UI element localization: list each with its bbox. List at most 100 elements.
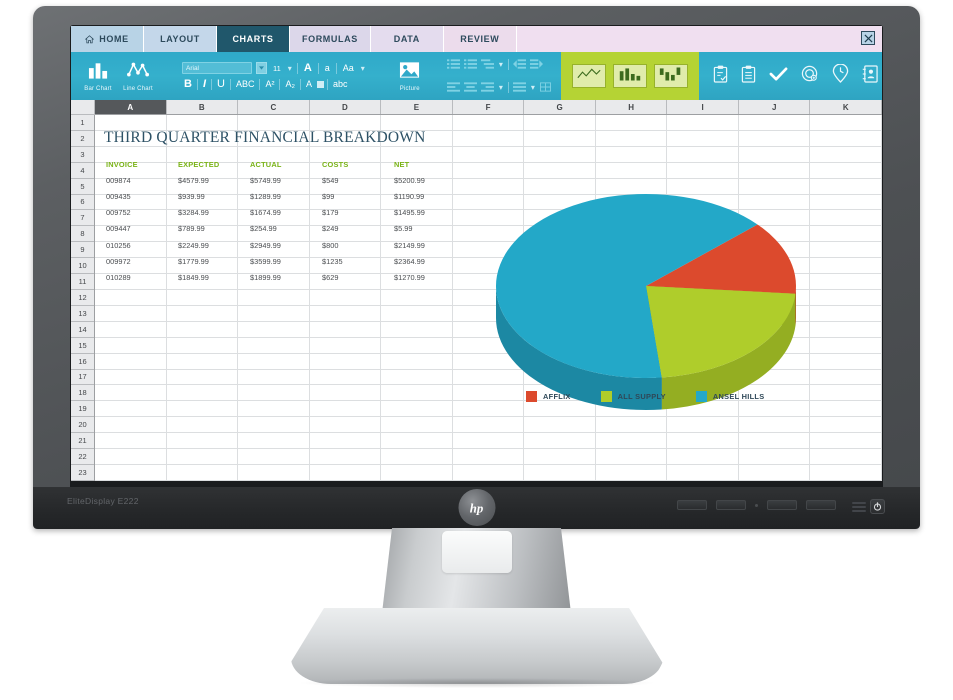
grid-cell[interactable] <box>810 162 882 178</box>
grid-cell[interactable] <box>739 130 811 146</box>
grid-cell[interactable] <box>95 464 167 480</box>
grid-cell[interactable] <box>453 115 525 130</box>
superscript-button[interactable]: A² <box>263 79 276 89</box>
grid-cell[interactable] <box>739 146 811 162</box>
clock-pin-icon[interactable] <box>832 63 849 88</box>
grid-cell[interactable] <box>381 464 453 480</box>
grid-cell[interactable] <box>667 130 739 146</box>
grid-cell[interactable] <box>739 464 811 480</box>
change-case-caret-icon[interactable]: ▾ <box>360 64 366 73</box>
grid-cell[interactable] <box>596 115 668 130</box>
font-size-dropdown-icon[interactable]: ▾ <box>287 64 293 73</box>
grid-cell[interactable] <box>238 289 310 305</box>
column-header-i[interactable]: I <box>667 100 739 114</box>
row-header-6[interactable]: 6 <box>71 195 94 211</box>
contact-book-icon[interactable] <box>862 64 878 88</box>
grid-cell[interactable] <box>667 433 739 449</box>
grid-cell[interactable] <box>810 369 882 385</box>
column-header-j[interactable]: J <box>739 100 811 114</box>
tab-charts[interactable]: CHARTS <box>217 26 290 52</box>
grid-cell[interactable] <box>810 194 882 210</box>
font-name-input[interactable]: Arial <box>182 62 252 74</box>
grid-cell[interactable] <box>238 449 310 464</box>
grid-cell[interactable] <box>95 417 167 433</box>
grid-cell[interactable] <box>95 385 167 401</box>
grid-cell[interactable] <box>810 289 882 305</box>
grid-cell[interactable] <box>381 289 453 305</box>
insert-stacked-chart-button[interactable] <box>653 64 688 88</box>
grid-cell[interactable] <box>95 433 167 449</box>
strikethrough-button[interactable]: ABC <box>234 79 257 89</box>
column-header-g[interactable]: G <box>524 100 596 114</box>
font-size-value[interactable]: 11 <box>271 64 283 73</box>
grid-cell[interactable] <box>167 337 239 353</box>
change-case-button[interactable]: Aa <box>341 63 356 73</box>
shrink-font-button[interactable]: a <box>323 63 332 73</box>
bullet-list-icon[interactable] <box>446 56 460 74</box>
italic-button[interactable]: I <box>201 78 208 90</box>
grid-cell[interactable] <box>810 258 882 274</box>
grid-cell[interactable] <box>310 449 382 464</box>
close-icon[interactable] <box>861 31 875 45</box>
subscript-button[interactable]: A₂ <box>283 79 297 89</box>
column-header-k[interactable]: K <box>810 100 882 114</box>
row-header-21[interactable]: 21 <box>71 433 94 450</box>
increase-indent-icon[interactable] <box>529 56 543 74</box>
column-header-e[interactable]: E <box>381 100 453 114</box>
grid-cell[interactable] <box>238 321 310 337</box>
grid-cell[interactable] <box>238 401 310 417</box>
grid-cell[interactable] <box>524 146 596 162</box>
grid-cell[interactable] <box>167 305 239 321</box>
grid-cell[interactable] <box>739 433 811 449</box>
grid-cell[interactable] <box>381 449 453 464</box>
line-chart-button[interactable]: Line Chart <box>118 61 158 92</box>
grid-cell[interactable] <box>238 353 310 369</box>
column-header-f[interactable]: F <box>453 100 525 114</box>
row-header-22[interactable]: 22 <box>71 449 94 465</box>
grid-cell[interactable] <box>667 464 739 480</box>
grid-cell[interactable] <box>810 417 882 433</box>
tab-formulas[interactable]: FORMULAS <box>290 26 371 52</box>
grid-cell[interactable] <box>381 353 453 369</box>
grid-cell[interactable] <box>739 449 811 464</box>
grid-cell[interactable] <box>810 464 882 480</box>
grid-cell[interactable] <box>596 146 668 162</box>
select-all-corner[interactable] <box>71 100 95 115</box>
grid-cell[interactable] <box>810 274 882 289</box>
grid-cell[interactable] <box>238 464 310 480</box>
grid-cell[interactable] <box>596 464 668 480</box>
grid-cell[interactable] <box>667 115 739 130</box>
column-header-c[interactable]: C <box>238 100 310 114</box>
row-header-2[interactable]: 2 <box>71 131 94 147</box>
row-header-14[interactable]: 14 <box>71 322 94 338</box>
grid-cell[interactable] <box>310 337 382 353</box>
grid-cell[interactable] <box>524 464 596 480</box>
grid-cell[interactable] <box>310 305 382 321</box>
grid-cell[interactable] <box>310 353 382 369</box>
grid-cell[interactable] <box>95 305 167 321</box>
grid-cell[interactable] <box>381 401 453 417</box>
numbered-list-icon[interactable] <box>463 56 477 74</box>
column-header-b[interactable]: B <box>167 100 239 114</box>
grid-cell[interactable] <box>381 337 453 353</box>
tab-home[interactable]: HOME <box>71 26 144 52</box>
grid-cell[interactable] <box>167 115 239 130</box>
grid-cell[interactable] <box>524 449 596 464</box>
grid-cell[interactable] <box>310 464 382 480</box>
grid-cell[interactable] <box>95 401 167 417</box>
line-spacing-icon[interactable] <box>512 79 526 97</box>
grid-cell[interactable] <box>381 115 453 130</box>
row-header-17[interactable]: 17 <box>71 370 94 386</box>
row-header-4[interactable]: 4 <box>71 163 94 179</box>
grid-cell[interactable] <box>310 321 382 337</box>
bold-button[interactable]: B <box>182 78 194 90</box>
grid-cell[interactable] <box>167 353 239 369</box>
row-header-23[interactable]: 23 <box>71 465 94 481</box>
grid-cell[interactable] <box>739 115 811 130</box>
grid-cell[interactable] <box>238 305 310 321</box>
grid-cell[interactable] <box>810 337 882 353</box>
grid-cell[interactable] <box>810 401 882 417</box>
column-header-d[interactable]: D <box>310 100 382 114</box>
row-header-13[interactable]: 13 <box>71 306 94 322</box>
grid-cell[interactable] <box>167 433 239 449</box>
